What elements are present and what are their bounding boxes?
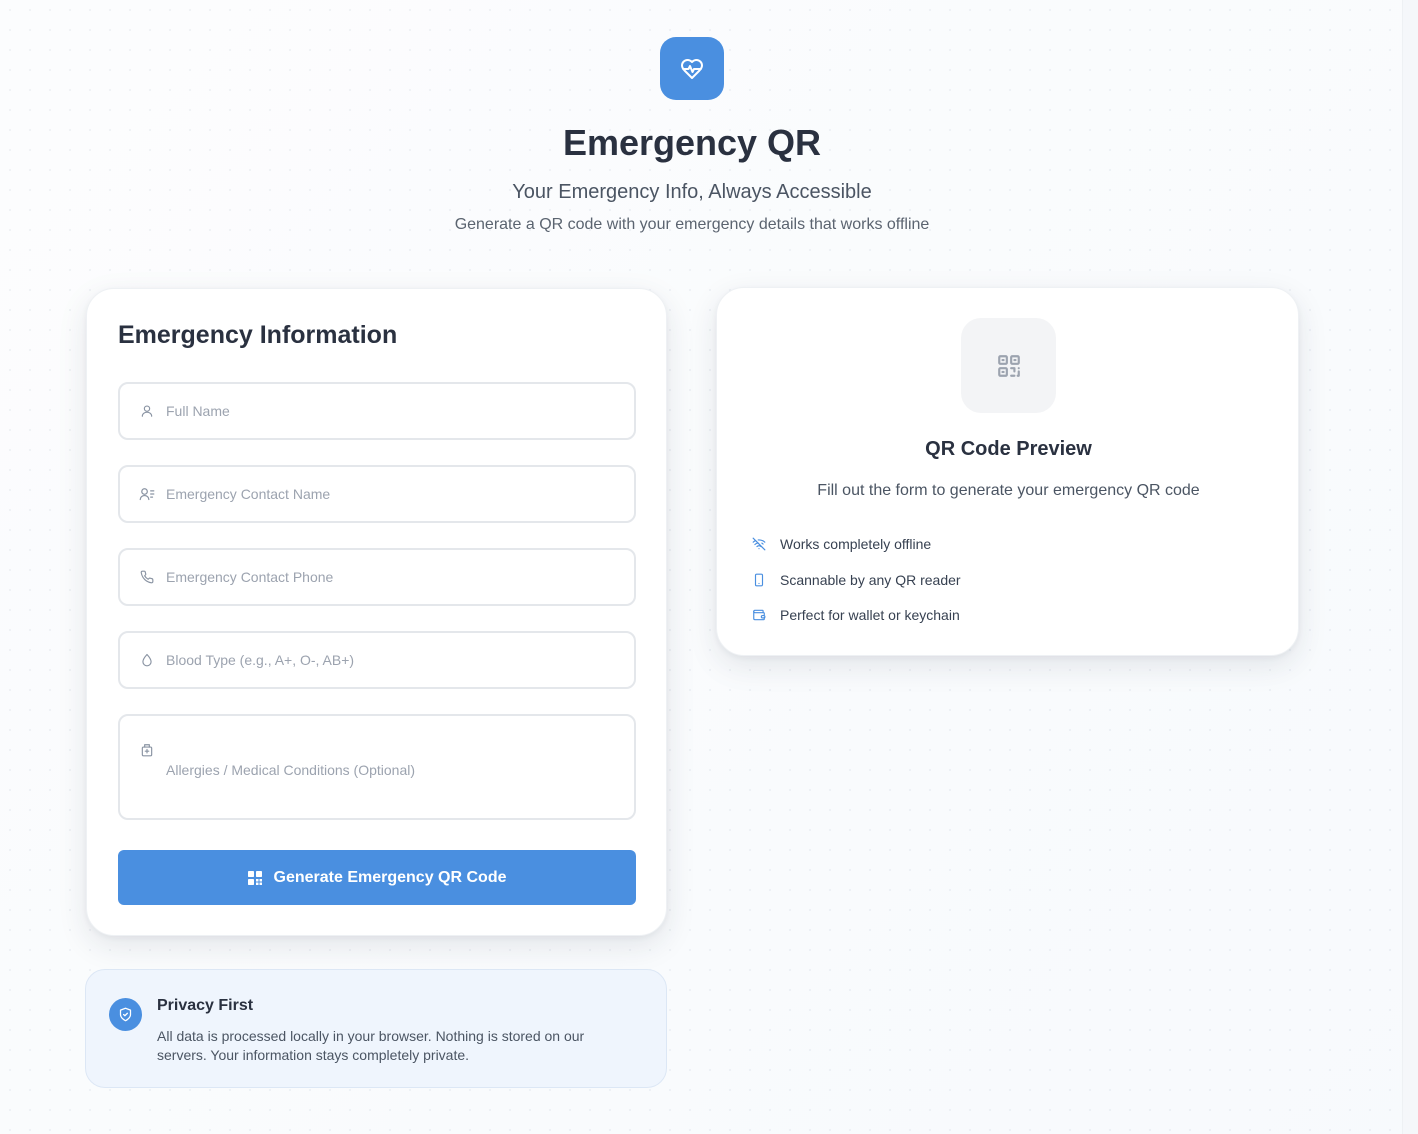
full-name-field[interactable]: [118, 382, 636, 440]
wallet-icon: [751, 607, 767, 623]
privacy-badge: [109, 998, 142, 1031]
privacy-title: Privacy First: [157, 997, 254, 1014]
feature-scannable-label: Scannable by any QR reader: [780, 572, 961, 588]
generate-qr-label: Generate Emergency QR Code: [273, 868, 507, 886]
feature-offline: Works completely offline: [751, 536, 931, 552]
preview-description: Fill out the form to generate your emerg…: [817, 482, 1200, 499]
generate-qr-button[interactable]: Generate Emergency QR Code: [118, 850, 636, 905]
privacy-notice: Privacy First All data is processed loca…: [85, 969, 667, 1088]
smartphone-icon: [751, 572, 767, 588]
full-name-input[interactable]: [166, 384, 622, 438]
medical-conditions-input[interactable]: [166, 760, 622, 790]
emergency-form-card: Emergency Information Full Name Emergenc…: [86, 288, 667, 936]
privacy-text: All data is processed locally in your br…: [157, 1028, 585, 1063]
qr-code-icon: [997, 354, 1020, 377]
droplet-icon: [139, 652, 155, 668]
feature-scannable: Scannable by any QR reader: [751, 572, 961, 588]
heart-pulse-icon: [681, 58, 703, 79]
contact-icon: [139, 486, 155, 502]
feature-wallet: Perfect for wallet or keychain: [751, 607, 960, 623]
app-tagline: Your Emergency Info, Always Accessible: [512, 181, 872, 203]
blood-type-field[interactable]: [118, 631, 636, 689]
contact-phone-field[interactable]: [118, 548, 636, 606]
contact-name-input[interactable]: [166, 467, 622, 521]
qr-grid-icon: [247, 870, 262, 885]
medical-conditions-field[interactable]: [118, 714, 636, 820]
contact-phone-input[interactable]: [166, 550, 622, 604]
form-title: Emergency Information: [118, 321, 398, 349]
feature-wallet-label: Perfect for wallet or keychain: [780, 607, 960, 623]
preview-title: QR Code Preview: [925, 438, 1092, 460]
user-icon: [139, 403, 155, 419]
app-logo: [660, 37, 724, 100]
blood-type-input[interactable]: [166, 633, 622, 687]
qr-preview-card: QR Code Preview Fill out the form to gen…: [716, 287, 1299, 656]
app-subtext: Generate a QR code with your emergency d…: [454, 216, 930, 233]
shield-check-icon: [119, 1007, 132, 1022]
app-title: Emergency QR: [562, 122, 822, 163]
feature-offline-label: Works completely offline: [780, 536, 932, 552]
medical-bag-icon: [139, 742, 155, 758]
scrollbar-track[interactable]: [1402, 0, 1418, 1134]
wifi-off-icon: [751, 536, 767, 552]
contact-name-field[interactable]: [118, 465, 636, 523]
phone-icon: [139, 569, 155, 585]
qr-placeholder: [961, 318, 1056, 413]
